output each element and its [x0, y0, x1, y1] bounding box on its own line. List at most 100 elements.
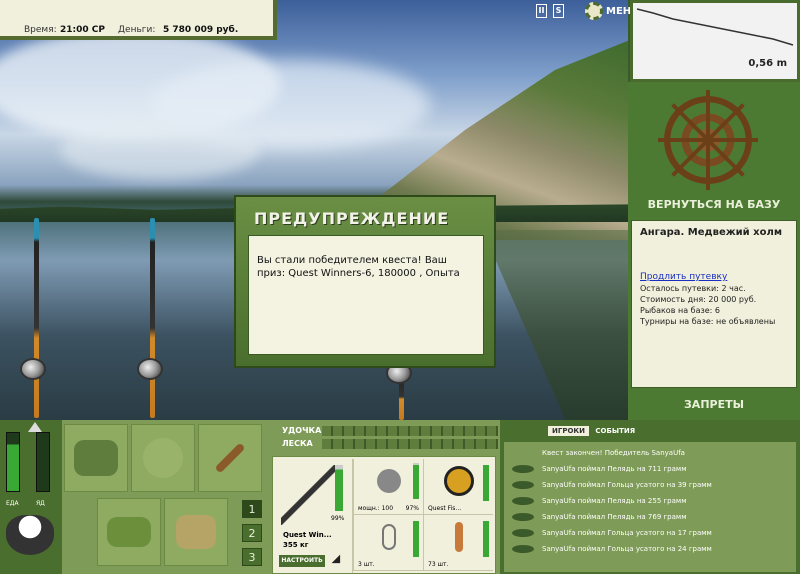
rod-durability-bar [335, 465, 343, 511]
time-label: Время: [24, 25, 57, 35]
anglers-count: Рыбаков на базе: 6 [640, 306, 720, 315]
hook-durability-bar [413, 521, 419, 557]
hook-slot[interactable]: 3 шт. [353, 515, 423, 571]
tournaments-info: Турниры на базе: не объявлены [640, 317, 776, 326]
fish-icon [512, 513, 534, 521]
list-item: SanyaUfa поймал Пелядь на 711 грамм [508, 462, 792, 478]
poison-label: ЯД [36, 500, 45, 507]
bait-slot[interactable]: 73 шт. [423, 515, 493, 571]
events-list: Квест закончен! Победитель SanyaUfa Sany… [504, 442, 796, 572]
fish-icon [512, 545, 534, 553]
tackle-box-slot[interactable] [64, 424, 128, 492]
events-panel: ИГРОКИ СОБЫТИЯ Квест закончен! Победител… [500, 420, 800, 574]
rod-durability: 99% [331, 515, 345, 522]
reel-icon [376, 469, 401, 493]
sound-button[interactable]: S [553, 4, 564, 18]
basket-icon [107, 517, 151, 547]
fishing-rod-1[interactable] [34, 218, 39, 418]
rod-tension-bar [322, 426, 498, 436]
catch-message: SanyaUfa поймал Гольца усатого на 17 гра… [542, 529, 712, 537]
rod-label: УДОЧКА [282, 426, 322, 435]
hook-count: 3 шт. [358, 561, 375, 568]
fish-icon [512, 481, 534, 489]
line-spool-icon [443, 466, 474, 496]
bucket-slot[interactable] [164, 498, 228, 566]
reel-durability: 97% [405, 505, 419, 512]
line-durability-bar [483, 465, 489, 501]
ship-wheel-icon[interactable] [658, 90, 758, 190]
rod-slot-1-button[interactable]: 1 [242, 500, 262, 518]
depth-panel: 0,56 m [630, 0, 800, 82]
bait-count: 73 шт. [428, 561, 449, 568]
catch-message: SanyaUfa поймал Пелядь на 255 грамм [542, 497, 687, 505]
events-tabs: ИГРОКИ СОБЫТИЯ [548, 426, 639, 436]
bans-button[interactable]: ЗАПРЕТЫ [628, 398, 800, 411]
hook-icon [381, 524, 396, 550]
reel-durability-bar [413, 463, 419, 499]
catch-message: SanyaUfa поймал Пелядь на 711 грамм [542, 465, 687, 473]
tab-events[interactable]: СОБЫТИЯ [591, 426, 639, 436]
fishing-rod-2[interactable] [150, 218, 155, 418]
location-title: Ангара. Медвежий холм [640, 227, 782, 238]
catch-message: SanyaUfa поймал Гольца усатого на 24 гра… [542, 545, 712, 553]
reel-icon [137, 358, 163, 380]
list-item: SanyaUfa поймал Пелядь на 255 грамм [508, 494, 792, 510]
fish-icon [512, 465, 534, 473]
bag-icon [143, 438, 183, 478]
tackle-box-icon [74, 440, 118, 476]
reel-icon [20, 358, 46, 380]
dialog-title: ПРЕДУПРЕЖДЕНИЕ [254, 209, 450, 228]
arrow-up-icon [28, 422, 42, 432]
pause-button[interactable]: II [536, 4, 547, 18]
rod-name: Quest Win... [283, 531, 332, 539]
gear-panel: 99% Quest Win... 355 кг НАСТРОИТЬ мощн.:… [272, 456, 496, 574]
bottom-panel: ЕДА ЯД 1 2 3 УДОЧКА ЛЕСКА 99% Quest Win.… [0, 420, 800, 574]
rod-slot[interactable]: 99% Quest Win... 355 кг НАСТРОИТЬ [275, 459, 353, 573]
rod-slot-2-button[interactable]: 2 [242, 524, 262, 542]
rod-icon [281, 465, 337, 525]
food-meter [6, 432, 20, 492]
tab-players[interactable]: ИГРОКИ [548, 426, 589, 436]
lure-slot[interactable] [198, 424, 262, 492]
worm-icon [454, 522, 463, 552]
warning-dialog[interactable]: ПРЕДУПРЕЖДЕНИЕ Вы стали победителем квес… [234, 195, 496, 368]
dialog-message: Вы стали победителем квеста! Ваш приз: Q… [248, 235, 484, 355]
side-panel: ВЕРНУТЬСЯ НА БАЗУ Ангара. Медвежий холм … [628, 82, 800, 420]
fish-icon [512, 529, 534, 537]
time-value: 21:00 СР [60, 25, 105, 35]
poison-meter [36, 432, 50, 492]
cloud [60, 120, 260, 180]
list-item: SanyaUfa поймал Гольца усатого на 17 гра… [508, 526, 792, 542]
line-label: ЛЕСКА [282, 439, 313, 448]
list-item: SanyaUfa поймал Гольца усатого на 39 гра… [508, 478, 792, 494]
reel-slot[interactable]: мощн.: 100 97% [353, 459, 423, 515]
lure-icon [214, 442, 246, 474]
money-label: Деньги: [118, 25, 156, 35]
bucket-icon [176, 515, 216, 549]
basket-slot[interactable] [97, 498, 161, 566]
extend-permit-link[interactable]: Продлить путевку [640, 272, 788, 282]
gear-icon[interactable] [585, 2, 603, 20]
pot-icon[interactable] [6, 515, 54, 555]
catch-message: SanyaUfa поймал Пелядь на 769 грамм [542, 513, 687, 521]
catch-message: SanyaUfa поймал Гольца усатого на 39 гра… [542, 481, 712, 489]
fish-icon [512, 497, 534, 505]
rod-weight: 355 кг [283, 541, 309, 549]
bag-slot[interactable] [131, 424, 195, 492]
status-controls: ЕДА ЯД [0, 420, 62, 574]
list-item: SanyaUfa поймал Гольца усатого на 24 гра… [508, 542, 792, 558]
food-label: ЕДА [6, 500, 19, 507]
line-slot[interactable]: Quest Fis... [423, 459, 493, 515]
rod-slot-3-button[interactable]: 3 [242, 548, 262, 566]
status-bar: Время: 21:00 СР Деньги: 5 780 009 руб. [0, 0, 277, 40]
line-tension-bar [322, 439, 498, 449]
bait-durability-bar [483, 521, 489, 557]
day-cost: Стоимость дня: 20 000 руб. [640, 295, 757, 304]
line-name: Quest Fis... [428, 505, 462, 512]
reel-power: мощн.: 100 [358, 505, 394, 512]
return-to-base-button[interactable]: ВЕРНУТЬСЯ НА БАЗУ [628, 198, 800, 211]
money-value: 5 780 009 руб. [163, 25, 239, 35]
permit-remaining: Осталось путевки: 2 час. [640, 284, 746, 293]
cursor-icon [331, 554, 345, 568]
setup-button[interactable]: НАСТРОИТЬ [279, 555, 325, 567]
